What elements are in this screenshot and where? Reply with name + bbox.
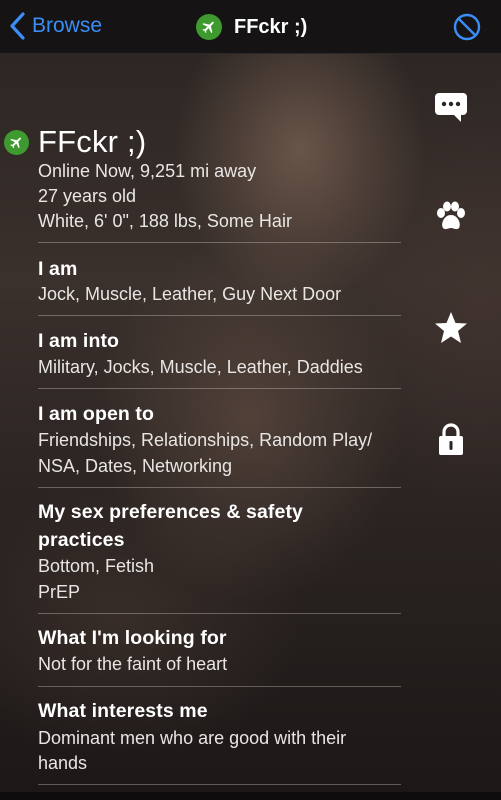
chevron-left-icon: [10, 12, 25, 40]
section-body-interests-line-1: Dominant men who are good with their: [38, 728, 347, 748]
section-title-sex-preferences-line-2: practices: [38, 529, 125, 551]
paw-icon: [437, 201, 465, 230]
section-body-i-am-into: Military, Jocks, Muscle, Leather, Daddie…: [38, 357, 363, 377]
bottom-edge: [0, 792, 501, 800]
divider: [38, 315, 401, 316]
airplane-icon: [4, 129, 29, 155]
profile-name: FFckr ;): [38, 124, 147, 159]
woof-button[interactable]: [432, 198, 470, 236]
section-title-open-to: I am open to: [38, 403, 155, 425]
divider: [38, 388, 401, 389]
divider: [38, 487, 401, 488]
section-body-i-am: Jock, Muscle, Leather, Guy Next Door: [38, 284, 342, 304]
favorite-button[interactable]: [432, 309, 470, 347]
section-title-i-am-into: I am into: [38, 330, 120, 352]
divider: [38, 784, 401, 785]
section-body-open-to-line-2: NSA, Dates, Networking: [38, 456, 233, 476]
divider: [38, 613, 401, 614]
block-icon: [453, 13, 481, 41]
section-title-looking-for: What I'm looking for: [38, 627, 227, 649]
section-body-interests-line-2: hands: [38, 753, 88, 773]
section-body-sex-preferences-line-1: Bottom, Fetish: [38, 556, 155, 576]
nav-title-text: FFckr ;): [234, 15, 308, 38]
back-button[interactable]: Browse: [8, 9, 102, 43]
lock-icon: [439, 423, 463, 455]
profile-age: 27 years old: [38, 186, 137, 206]
profile-name-row: FFckr ;): [4, 124, 146, 160]
private-photos-button[interactable]: [432, 420, 470, 458]
section-body-looking-for: Not for the faint of heart: [38, 654, 228, 674]
back-label: Browse: [32, 14, 103, 37]
chat-bubble-icon: [435, 93, 467, 122]
profile-stats: White, 6' 0", 188 lbs, Some Hair: [38, 211, 292, 231]
section-title-i-am: I am: [38, 258, 78, 280]
section-title-interests: What interests me: [38, 700, 208, 722]
nav-title: FFckr ;): [196, 12, 307, 42]
airplane-icon: [196, 14, 222, 40]
divider: [38, 686, 401, 687]
divider: [38, 242, 401, 243]
section-title-sex-preferences-line-1: My sex preferences & safety: [38, 501, 304, 523]
nav-bar: Browse FFckr ;): [0, 0, 501, 54]
block-button[interactable]: [453, 13, 481, 41]
chat-button[interactable]: [432, 89, 470, 127]
section-body-sex-preferences-line-2: PrEP: [38, 582, 81, 602]
online-status: Online Now, 9,251 mi away: [38, 161, 257, 181]
star-icon: [435, 312, 467, 343]
section-body-open-to-line-1: Friendships, Relationships, Random Play/: [38, 430, 373, 450]
